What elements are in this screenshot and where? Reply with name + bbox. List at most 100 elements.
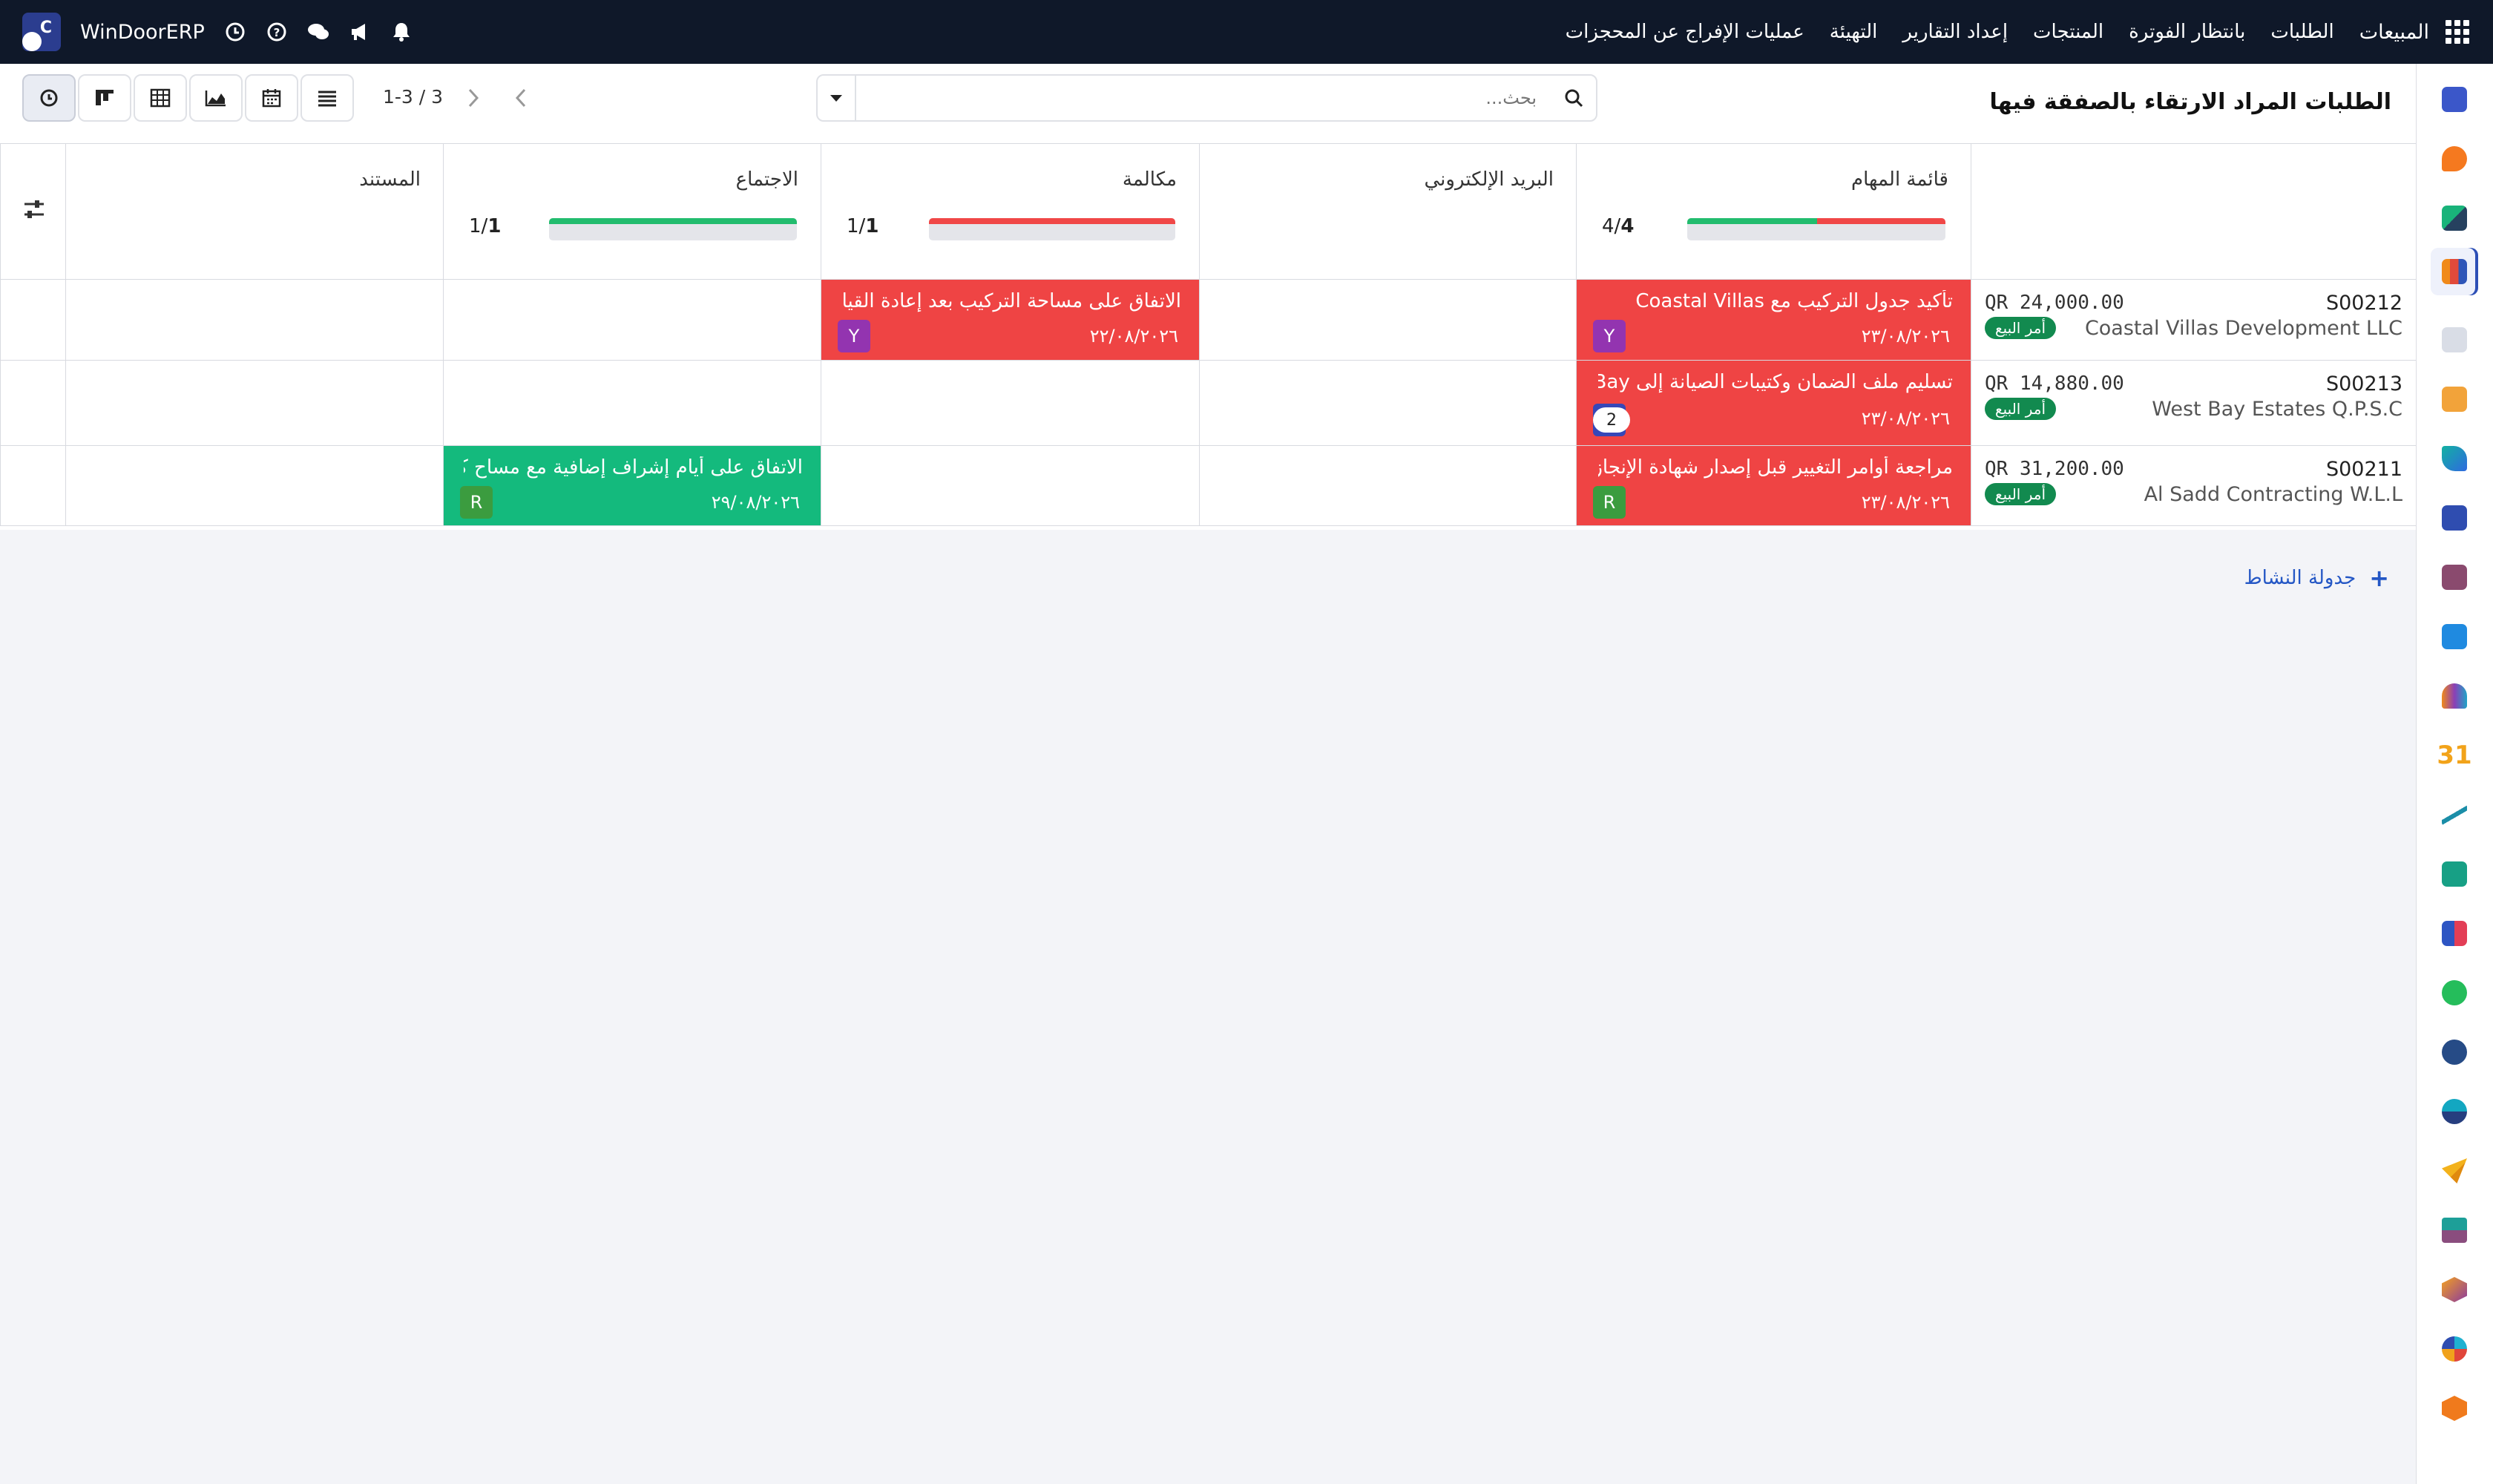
dock-sign-icon[interactable] <box>2437 797 2472 833</box>
help-icon[interactable]: ? <box>266 21 288 43</box>
dock-timesheets-icon[interactable] <box>2437 1034 2472 1070</box>
dock-whatsapp-icon[interactable] <box>2437 975 2472 1011</box>
sliders-icon <box>24 200 44 218</box>
activity-card-overdue[interactable]: الاتفاق على مساحة التركيب بعد إعادة القي… <box>821 280 1199 360</box>
progress-bar[interactable] <box>549 218 797 240</box>
megaphone-icon[interactable] <box>349 21 371 43</box>
record-reference[interactable]: S00211 <box>2326 458 2402 481</box>
activity-cell[interactable] <box>1199 446 1576 526</box>
app-name: WinDoorERP <box>80 20 205 44</box>
dock-invoicing-icon[interactable] <box>2437 619 2472 654</box>
activity-summary: تأكيد جدول التركيب مع Coastal Villas <box>1635 290 1953 312</box>
calendar-view-button[interactable] <box>245 74 298 122</box>
dock-discuss-icon[interactable] <box>2437 141 2472 177</box>
menu-item-retention-release[interactable]: عمليات الإفراج عن المحجزات <box>1566 21 1804 43</box>
progress-bar[interactable] <box>929 218 1175 240</box>
search-options-toggle[interactable] <box>818 76 856 120</box>
column-title: قائمة المهام <box>1850 168 1948 191</box>
activity-cell[interactable]: تأكيد جدول التركيب مع Coastal Villas ٢٣/… <box>1576 280 1971 361</box>
table-row-record[interactable]: S00213 West Bay Estates Q.P.S.C QR 14,88… <box>1971 361 2416 446</box>
table-row-record[interactable]: S00211 Al Sadd Contracting W.L.L QR 31,2… <box>1971 446 2416 526</box>
activity-summary: الاتفاق على أيام إشراف إضافية مع مساح كم… <box>464 456 803 479</box>
kanban-view-button[interactable] <box>78 74 131 122</box>
menu-item-sales[interactable]: المبيعات <box>2359 21 2429 44</box>
activity-cell[interactable]: الاتفاق على أيام إشراف إضافية مع مساح كم… <box>443 446 821 526</box>
pager-next-button[interactable] <box>451 74 496 122</box>
dock-manufacturing-icon[interactable] <box>2437 381 2472 417</box>
activity-cell[interactable] <box>1199 280 1576 361</box>
record-customer: Al Sadd Contracting W.L.L <box>2144 483 2402 506</box>
activity-cell[interactable] <box>1199 361 1576 446</box>
apps-menu-icon[interactable] <box>2444 19 2471 45</box>
column-header-call[interactable]: مكالمة 1/1 <box>821 144 1199 280</box>
area-chart-icon <box>205 91 226 107</box>
table-row-record[interactable]: S00212 Coastal Villas Development LLC QR… <box>1971 280 2416 361</box>
dock-knowledge-icon[interactable] <box>2437 500 2472 536</box>
dock-apps-icon[interactable] <box>2437 1272 2472 1307</box>
dock-inventory-icon[interactable] <box>2437 322 2472 358</box>
page-title: الطلبات المراد الارتقاء بالصفقة فيها <box>1989 89 2392 115</box>
activity-cell[interactable] <box>443 280 821 361</box>
menu-item-reporting[interactable]: إعداد التقارير <box>1902 21 2008 43</box>
record-reference[interactable]: S00213 <box>2326 372 2402 395</box>
activity-card-planned[interactable]: الاتفاق على أيام إشراف إضافية مع مساح كم… <box>444 446 821 525</box>
column-settings[interactable] <box>0 144 65 280</box>
activity-cell[interactable] <box>65 361 443 446</box>
menu-item-configuration[interactable]: التهيئة <box>1830 21 1878 43</box>
record-customer: West Bay Estates Q.P.S.C <box>2152 398 2402 421</box>
activity-card-overdue[interactable]: تأكيد جدول التركيب مع Coastal Villas ٢٣/… <box>1577 280 1971 360</box>
column-header-meeting[interactable]: الاجتماع 1/1 <box>443 144 821 280</box>
menu-item-orders[interactable]: الطلبات <box>2270 21 2333 43</box>
activity-cell[interactable] <box>65 446 443 526</box>
column-header-email[interactable]: البريد الإلكتروني <box>1199 144 1576 280</box>
clock-icon[interactable] <box>224 21 246 43</box>
search-icon[interactable] <box>1551 76 1596 120</box>
activity-cell[interactable] <box>821 361 1199 446</box>
chevron-right-icon <box>468 88 479 108</box>
dock-field-service-icon[interactable] <box>2437 1391 2472 1426</box>
column-title: المستند <box>359 168 421 191</box>
column-header-document[interactable]: المستند <box>65 144 443 280</box>
dock-calendar-icon[interactable]: 31 <box>2437 738 2472 773</box>
dock-approvals-icon[interactable] <box>2437 441 2472 476</box>
schedule-activity-link[interactable]: + جدولة النشاط <box>2244 564 2389 592</box>
pivot-view-button[interactable] <box>134 74 187 122</box>
progress-bar[interactable] <box>1687 218 1945 240</box>
list-view-button[interactable] <box>300 74 354 122</box>
activity-cell[interactable] <box>65 280 443 361</box>
graph-view-button[interactable] <box>189 74 243 122</box>
activity-cell[interactable]: مراجعة أوامر التغيير قبل إصدار شهادة الإ… <box>1576 446 1971 526</box>
record-amount: QR 14,880.00 <box>1985 372 2124 395</box>
activity-cell[interactable]: الاتفاق على مساحة التركيب بعد إعادة القي… <box>821 280 1199 361</box>
activity-cell[interactable] <box>821 446 1199 526</box>
activity-card-overdue[interactable]: تسليم ملف الضمان وكتيبات الصيانة إلى Wes… <box>1577 361 1971 445</box>
column-count: 1/1 <box>469 215 502 237</box>
company-logo[interactable]: C <box>22 13 61 51</box>
column-header-todo[interactable]: قائمة المهام 4/4 <box>1576 144 1971 280</box>
dock-sales-icon[interactable] <box>2431 248 2478 295</box>
column-title: الاجتماع <box>735 168 798 191</box>
record-reference[interactable]: S00212 <box>2326 292 2402 315</box>
pager-previous-button[interactable] <box>499 74 543 122</box>
app-dock: 31 <box>2416 64 2493 1484</box>
menu-item-to-invoice[interactable]: بانتظار الفوترة <box>2129 21 2245 43</box>
menu-item-products[interactable]: المنتجات <box>2033 21 2103 43</box>
dock-helpdesk-icon[interactable] <box>2437 1094 2472 1129</box>
activity-cell[interactable] <box>443 361 821 446</box>
activity-view-button[interactable] <box>22 74 76 122</box>
dock-mail-icon[interactable] <box>2437 82 2472 117</box>
activity-cell[interactable]: تسليم ملف الضمان وكتيبات الصيانة إلى Wes… <box>1576 361 1971 446</box>
search-input[interactable] <box>856 76 1551 120</box>
activity-card-overdue[interactable]: مراجعة أوامر التغيير قبل إصدار شهادة الإ… <box>1577 446 1971 525</box>
dock-employees-icon[interactable] <box>2437 678 2472 714</box>
pager-value[interactable]: 1-3 / 3 <box>383 86 443 108</box>
dock-surveys-icon[interactable] <box>2437 1331 2472 1367</box>
bell-icon[interactable] <box>390 21 413 43</box>
dock-spreadsheet-icon[interactable] <box>2437 1212 2472 1248</box>
dock-dashboards-icon[interactable] <box>2437 916 2472 951</box>
dock-todo-icon[interactable] <box>2437 200 2472 236</box>
dock-send-icon[interactable] <box>2437 1153 2472 1189</box>
dock-purchase-icon[interactable] <box>2437 559 2472 595</box>
chat-icon[interactable] <box>307 21 329 43</box>
dock-contacts-icon[interactable] <box>2437 856 2472 892</box>
